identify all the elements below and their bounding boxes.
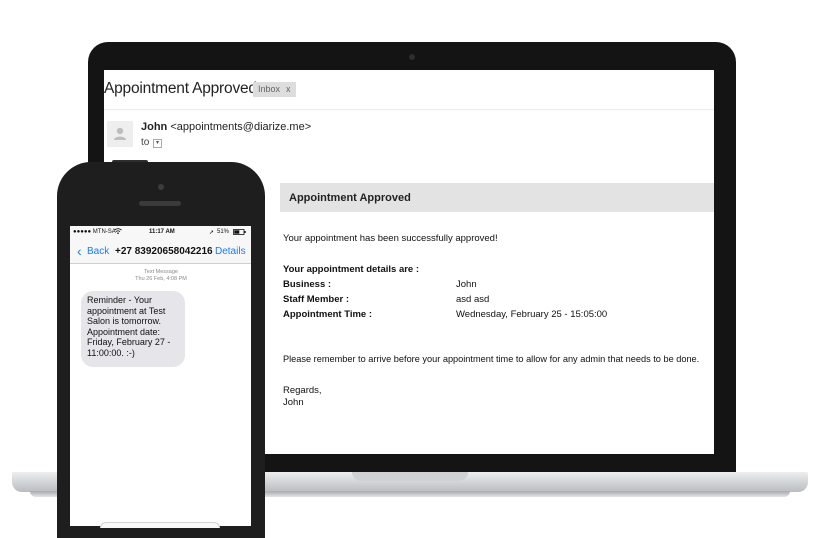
email-subject: Appointment Approved [104, 80, 257, 97]
detail-value-business: John [456, 279, 477, 290]
message-timestamp: Thu 26 Feb, 4:08 PM [135, 276, 187, 282]
details-button[interactable]: Details [215, 246, 246, 257]
carrier-text: ●●●●● MTN-SA [73, 229, 116, 235]
clock-text: 11:17 AM [149, 229, 175, 235]
inbox-label-badge[interactable]: Inbox x [253, 82, 296, 97]
phone-camera [158, 184, 164, 190]
remove-label-icon[interactable]: x [286, 84, 291, 94]
contact-number: +27 83920658042216 [115, 246, 213, 257]
status-bar: ●●●●● MTN-SA 11:17 AM ➚ 51% [70, 226, 251, 239]
sms-bubble[interactable]: Reminder - Your appointment at Test Salo… [81, 291, 185, 367]
details-heading: Your appointment details are : [283, 264, 420, 275]
detail-value-time: Wednesday, February 25 - 15:05:00 [456, 309, 608, 320]
dropdown-icon[interactable]: ▾ [153, 139, 162, 148]
reminder-text: Please remember to arrive before your ap… [283, 354, 700, 364]
sender-line: John <appointments@diarize.me> [141, 121, 311, 133]
avatar-icon [107, 121, 133, 147]
intro-text: Your appointment has been successfully a… [283, 233, 498, 244]
battery-icon [233, 229, 246, 237]
signature-text: John [283, 397, 304, 408]
detail-label-time: Appointment Time : [283, 309, 373, 320]
back-chevron-icon[interactable]: ‹ [77, 244, 82, 258]
back-button[interactable]: Back [87, 246, 109, 257]
to-label: to [141, 137, 150, 148]
approved-banner-title: Appointment Approved [289, 192, 411, 204]
detail-label-business: Business : [283, 279, 332, 290]
inbox-label-text: Inbox [258, 84, 281, 94]
laptop-camera [409, 54, 415, 60]
location-icon: ➚ [209, 230, 215, 236]
sender-name: John [141, 121, 168, 133]
message-type: Text Message [144, 269, 178, 275]
detail-label-staff: Staff Member : [283, 294, 349, 305]
closing-text: Regards, [283, 385, 322, 396]
detail-value-staff: asd asd [456, 294, 490, 305]
sender-address: <appointments@diarize.me> [170, 121, 312, 133]
battery-percent: 51% [217, 229, 230, 235]
message-meta: Text Message Thu 26 Feb, 4:08 PM [120, 269, 202, 283]
compose-field[interactable] [100, 522, 220, 528]
laptop-lid-notch [352, 472, 468, 481]
wifi-icon [114, 228, 122, 236]
email-divider [104, 109, 714, 110]
phone-speaker [139, 201, 181, 206]
